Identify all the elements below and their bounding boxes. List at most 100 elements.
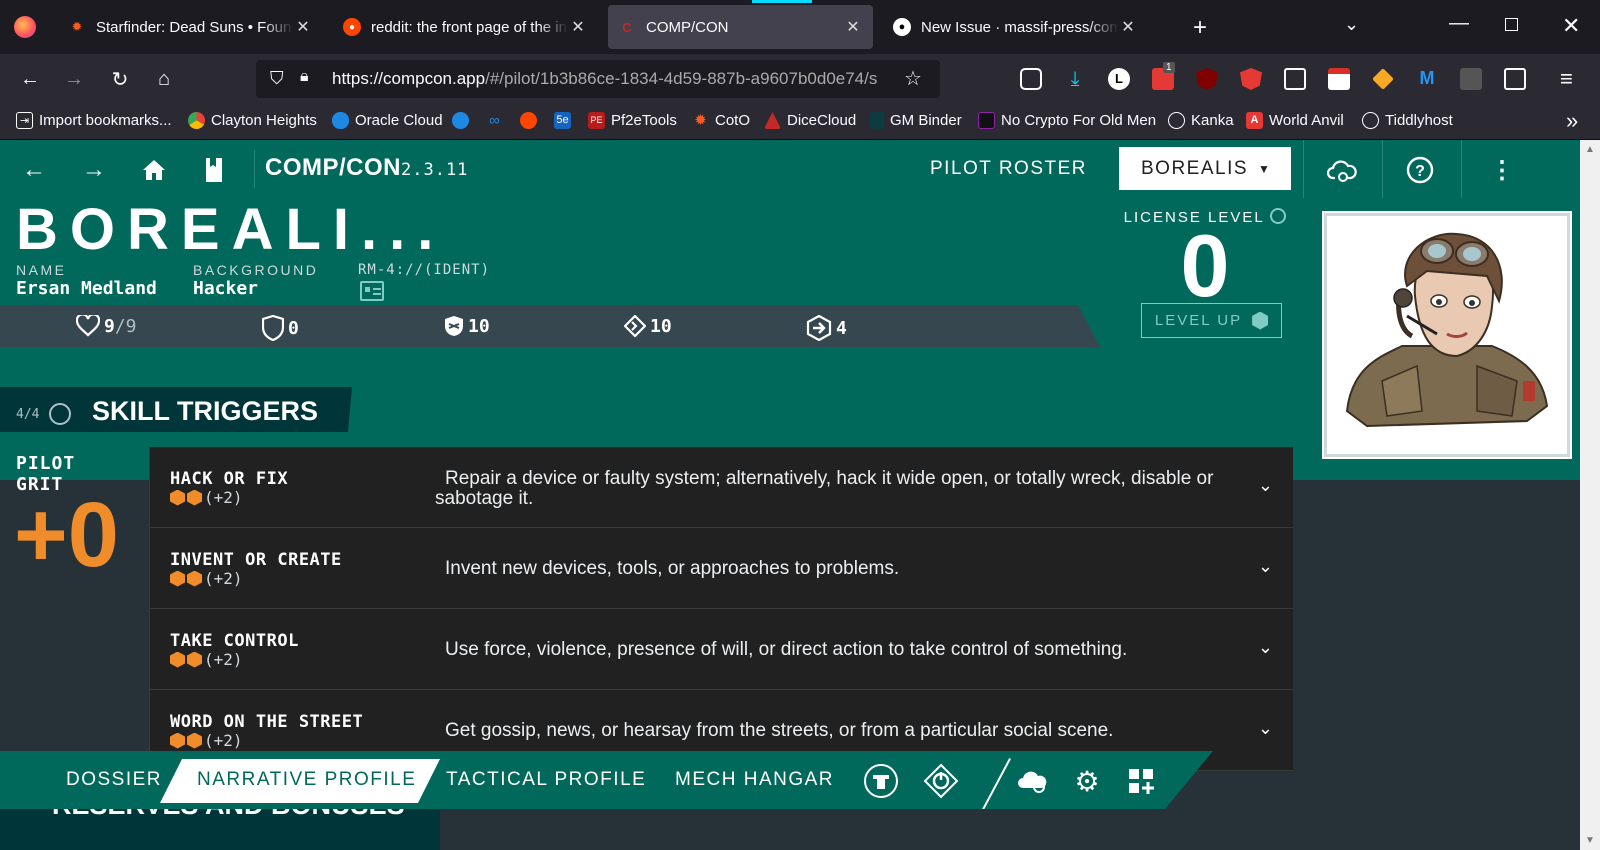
list-tabs-icon[interactable]: ⌄ xyxy=(1344,14,1359,35)
skill-count: 4/4 xyxy=(16,403,72,425)
pilot-portrait[interactable] xyxy=(1322,211,1572,459)
minimize-icon[interactable]: — xyxy=(1449,12,1469,35)
reload-icon[interactable]: ↻ xyxy=(104,63,136,95)
bookmark-chat[interactable] xyxy=(452,112,475,129)
glasses-extension-icon[interactable] xyxy=(1284,68,1306,90)
shield-icon[interactable]: ⛉ xyxy=(270,68,284,89)
extensions-icon[interactable] xyxy=(1504,68,1526,90)
firefox-menu-icon[interactable] xyxy=(14,16,36,38)
gm-binder-icon xyxy=(870,112,884,129)
tab-narrative-profile[interactable]: NARRATIVE PROFILE xyxy=(197,769,416,791)
browser-tab-github[interactable]: ● New Issue · massif-press/compcon ✕ xyxy=(883,5,1148,49)
name-value[interactable]: Ersan Medland xyxy=(16,278,157,299)
tab-mech-hangar[interactable]: MECH HANGAR xyxy=(675,769,834,791)
restore-icon[interactable] xyxy=(1505,18,1518,31)
bookmark-dicecloud[interactable]: DiceCloud xyxy=(764,112,856,129)
caret-down-icon: ▼ xyxy=(1258,161,1272,176)
close-tab-icon[interactable]: ✕ xyxy=(843,17,863,37)
browser-tab-foundry[interactable]: ✹ Starfinder: Dead Suns • Foundry VTT ✕ xyxy=(58,5,323,49)
scroll-down-icon[interactable]: ▼ xyxy=(1585,835,1595,846)
rank-hex-icon xyxy=(170,489,185,506)
toolbar-divider xyxy=(1382,140,1383,198)
scroll-up-icon[interactable]: ▲ xyxy=(1585,144,1595,155)
cloud-sync-icon[interactable] xyxy=(1326,154,1358,186)
tab-tactical-profile[interactable]: TACTICAL PROFILE xyxy=(446,769,646,791)
tab-dossier[interactable]: DOSSIER xyxy=(66,769,162,791)
pilot-export-icon[interactable] xyxy=(862,762,900,800)
close-window-icon[interactable]: ✕ xyxy=(1562,13,1580,39)
bookmark-import[interactable]: ⇥ Import bookmarks... xyxy=(16,112,172,129)
lock-icon[interactable]: 🔒︎ xyxy=(300,68,309,86)
gmail-icon[interactable] xyxy=(1328,68,1350,90)
close-tab-icon[interactable]: ✕ xyxy=(293,17,313,37)
browser-tab-reddit[interactable]: ● reddit: the front page of the internet… xyxy=(333,5,598,49)
license-level-value: 0 xyxy=(1180,216,1230,315)
bookmark-gm-binder[interactable]: GM Binder xyxy=(870,112,962,129)
bookmark-reddit[interactable] xyxy=(520,112,543,129)
bookmark-star-icon[interactable]: ☆ xyxy=(904,66,922,91)
help-icon[interactable]: ? xyxy=(1404,154,1436,186)
home-icon[interactable] xyxy=(138,154,170,186)
bookmark-5e[interactable]: 5e xyxy=(554,112,577,129)
chevron-down-icon[interactable]: ⌄ xyxy=(1258,475,1273,496)
pen-extension-icon[interactable] xyxy=(1372,68,1394,90)
pilot-selector[interactable]: BOREALIS ▼ xyxy=(1119,147,1291,190)
id-card-icon[interactable] xyxy=(360,281,384,301)
bookmark-kanka[interactable]: Kanka xyxy=(1168,112,1234,129)
close-tab-icon[interactable]: ✕ xyxy=(568,17,588,37)
skill-row-take-control[interactable]: TAKE CONTROL (+2) Use force, violence, p… xyxy=(149,609,1293,690)
settings-gear-icon[interactable]: ⚙ xyxy=(1068,762,1106,800)
privacy-badger-icon[interactable] xyxy=(1240,68,1262,90)
more-options-icon[interactable]: ⋮ xyxy=(1486,154,1518,186)
bookmark-world-anvil[interactable]: A World Anvil xyxy=(1246,112,1344,129)
page-scrollbar[interactable]: ▲ ▼ xyxy=(1580,140,1600,850)
pilot-roster-link[interactable]: PILOT ROSTER xyxy=(930,158,1087,180)
skill-rank: (+2) xyxy=(170,731,243,750)
address-bar[interactable]: ⛉ 🔒︎ https://compcon.app/#/pilot/1b3b86c… xyxy=(256,60,940,98)
skill-row-hack-or-fix[interactable]: HACK OR FIX (+2) Repair a device or faul… xyxy=(149,447,1293,528)
pocket-icon[interactable] xyxy=(1020,68,1042,90)
pilot-stats-bar: 9/9 0 10 10 4 xyxy=(0,305,1100,347)
bookmark-pf2etools[interactable]: PE Pf2eTools xyxy=(588,112,677,129)
more-bookmarks-icon[interactable]: » xyxy=(1566,108,1578,134)
bookmark-clayton-heights[interactable]: Clayton Heights xyxy=(188,112,317,129)
bookmark-no-crypto[interactable]: No Crypto For Old Men xyxy=(978,112,1156,129)
forward-icon[interactable]: → xyxy=(58,63,90,95)
background-value[interactable]: Hacker xyxy=(193,278,258,299)
home-icon[interactable]: ⌂ xyxy=(148,63,180,95)
level-up-button[interactable]: LEVEL UP xyxy=(1141,303,1282,338)
d20-icon: ✹ xyxy=(694,112,707,129)
bookmark-oracle-cloud[interactable]: Oracle Cloud xyxy=(332,112,443,129)
downloads-icon[interactable]: ⤓ xyxy=(1064,68,1086,90)
extension-l-icon[interactable]: L xyxy=(1108,68,1130,90)
back-arrow-icon[interactable]: ← xyxy=(18,154,50,186)
chevron-down-icon[interactable]: ⌄ xyxy=(1258,637,1273,658)
forward-arrow-icon[interactable]: → xyxy=(78,154,110,186)
shield-icon xyxy=(262,315,284,341)
close-tab-icon[interactable]: ✕ xyxy=(1118,17,1138,37)
new-tab-icon[interactable]: + xyxy=(1193,14,1207,42)
add-widget-icon[interactable] xyxy=(1122,762,1160,800)
cloud-sync-icon[interactable] xyxy=(1014,762,1052,800)
edit-icon[interactable] xyxy=(49,403,72,425)
ublock-icon[interactable] xyxy=(1196,68,1218,90)
active-mode-icon[interactable] xyxy=(922,762,960,800)
bookmark-meta[interactable]: ∞ xyxy=(486,112,509,129)
compendium-icon[interactable] xyxy=(198,154,230,186)
skill-row-invent-or-create[interactable]: INVENT OR CREATE (+2) Invent new devices… xyxy=(149,528,1293,609)
chevron-down-icon[interactable]: ⌄ xyxy=(1258,718,1273,739)
browser-tab-bar: ✹ Starfinder: Dead Suns • Foundry VTT ✕ … xyxy=(0,0,1600,54)
url-host: https://compcon.app xyxy=(332,69,486,88)
browser-tab-compcon[interactable]: C COMP/CON ✕ xyxy=(608,5,873,49)
skill-rank: (+2) xyxy=(170,650,243,669)
malwarebytes-icon[interactable]: M xyxy=(1416,68,1438,90)
chevron-down-icon[interactable]: ⌄ xyxy=(1258,556,1273,577)
edit-icon[interactable] xyxy=(1270,208,1287,224)
app-menu-icon[interactable]: ≡ xyxy=(1560,66,1573,92)
nav-divider xyxy=(981,758,1011,809)
bookmark-coto[interactable]: ✹ CotO xyxy=(692,112,750,129)
back-icon[interactable]: ← xyxy=(14,63,46,95)
notes-extension-icon[interactable] xyxy=(1460,68,1482,90)
skill-description: Use force, violence, presence of will, o… xyxy=(445,639,1128,660)
bookmark-tiddlyhost[interactable]: Tiddlyhost xyxy=(1362,112,1453,129)
